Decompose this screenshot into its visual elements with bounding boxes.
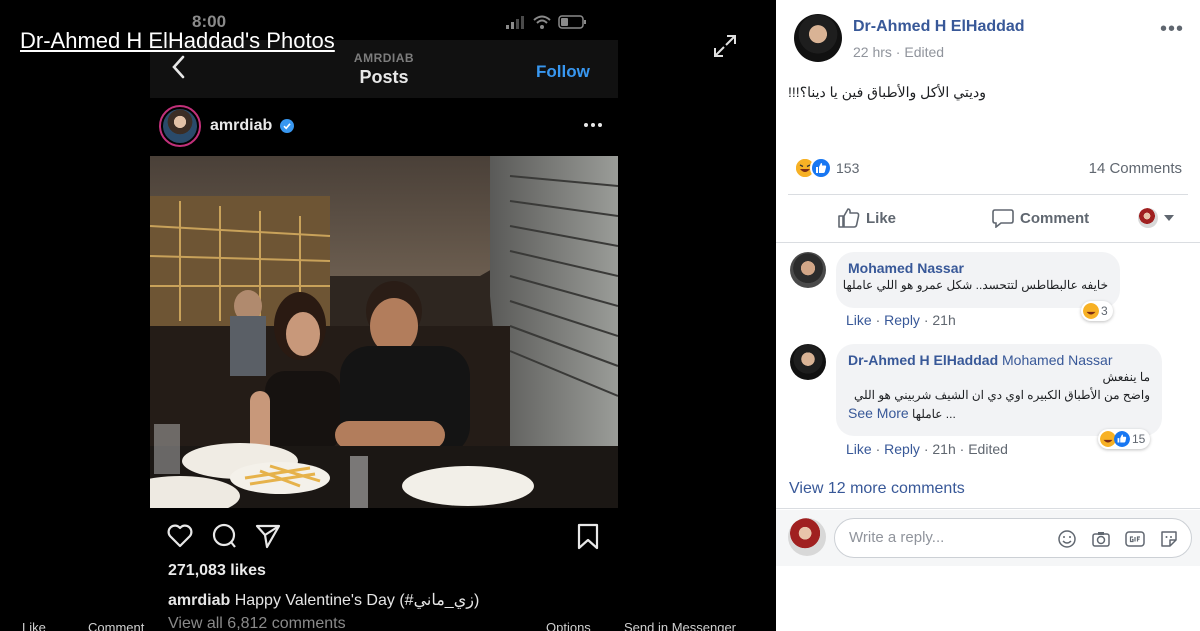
comment-text-line: ما ينفعش — [1102, 370, 1150, 384]
caption-text: Happy Valentine's Day (#زي_ماني) — [234, 592, 480, 609]
sticker-icon[interactable] — [1159, 529, 1179, 549]
comment-reply-link[interactable]: Reply — [884, 441, 920, 457]
avatar[interactable] — [159, 105, 201, 147]
likes-count[interactable]: 271,083 likes — [168, 562, 266, 580]
comment-text-line: عاملها ... — [912, 407, 956, 421]
instagram-screenshot: 8:00 AMRDIAB Posts Follow amrdiab 271,08… — [150, 0, 618, 631]
caption: amrdiab Happy Valentine's Day (#زي_ماني) — [168, 590, 479, 610]
commenter-name[interactable]: Mohamed Nassar — [848, 260, 1108, 276]
photo-viewer: 8:00 AMRDIAB Posts Follow amrdiab 271,08… — [0, 0, 776, 631]
restaurant-photo-image — [150, 156, 618, 508]
bookmark-icon[interactable] — [574, 522, 602, 550]
comment-edited: Edited — [968, 441, 1008, 457]
comment-reply-link[interactable]: Reply — [884, 312, 920, 328]
battery-icon — [558, 15, 586, 29]
comment-actions: Like · Reply · 21h — [846, 312, 956, 328]
comment-actions: Like · Reply · 21h · Edited — [846, 441, 1008, 457]
comment-text: خايفه عالبطاطس لتتحسد.. شكل عمرو هو اللي… — [842, 278, 1108, 292]
reply-box[interactable] — [834, 518, 1192, 558]
avatar — [788, 518, 826, 556]
comment-reactions[interactable]: 15 — [1098, 429, 1151, 449]
comment-icon — [992, 209, 1014, 228]
comment-reactions[interactable]: 3 — [1081, 301, 1113, 321]
tagged-user[interactable]: Mohamed Nassar — [1002, 352, 1113, 368]
comment-like-link[interactable]: Like — [846, 312, 872, 328]
reply-composer — [776, 510, 1200, 566]
comment-bubble: Dr-Ahmed H ElHaddad Mohamed Nassar ما ين… — [836, 344, 1162, 436]
post-photo[interactable] — [150, 156, 618, 508]
comment-bubble-icon[interactable] — [210, 522, 238, 550]
avatar — [1138, 208, 1158, 228]
expand-icon[interactable] — [712, 33, 738, 59]
post-actions — [150, 518, 618, 554]
divider — [788, 194, 1188, 195]
footer-like-button[interactable]: Like — [22, 620, 46, 631]
footer-send-messenger-button[interactable]: Send in Messenger — [624, 620, 736, 631]
commenter-avatar[interactable] — [790, 344, 826, 380]
post-username[interactable]: amrdiab — [210, 117, 272, 135]
divider — [776, 242, 1200, 243]
emoji-icon[interactable] — [1057, 529, 1077, 549]
footer-options-button[interactable]: Options — [546, 620, 591, 631]
reactions-summary[interactable]: 153 — [794, 156, 859, 180]
caption-username[interactable]: amrdiab — [168, 592, 230, 609]
post-meta[interactable]: 22 hrs · Edited — [853, 44, 944, 60]
comment-button[interactable]: Comment — [992, 208, 1089, 228]
view-more-comments-link[interactable]: View 12 more comments — [789, 480, 965, 498]
status-icons — [506, 12, 588, 32]
comment-bubble: Mohamed Nassar خايفه عالبطاطس لتتحسد.. ش… — [836, 252, 1120, 308]
post-header: amrdiab — [150, 100, 618, 156]
divider — [776, 508, 1200, 509]
thumbs-up-icon — [838, 208, 860, 228]
share-plane-icon[interactable] — [254, 522, 282, 550]
post-text: وديتي الأكل والأطباق فين يا دينا؟!!! — [788, 84, 986, 100]
caret-down-icon — [1164, 215, 1174, 221]
post-panel: Dr-Ahmed H ElHaddad 22 hrs · Edited ••• … — [776, 0, 1200, 631]
viewer-footer: Like Comment Options Send in Messenger — [0, 617, 776, 631]
gif-icon[interactable] — [1125, 529, 1145, 549]
signal-icon — [506, 16, 524, 29]
wifi-icon — [533, 15, 551, 29]
comment-text-line: واضح من الأطباق الكبيره اوي دي ان الشيف … — [854, 388, 1150, 402]
haha-reaction-icon — [1083, 303, 1099, 319]
like-reaction-icon — [810, 157, 832, 179]
reaction-count: 153 — [836, 160, 860, 176]
heart-icon[interactable] — [166, 522, 194, 550]
like-reaction-icon — [1114, 431, 1130, 447]
commenter-avatar[interactable] — [790, 252, 826, 288]
album-title-link[interactable]: Dr-Ahmed H ElHaddad's Photos — [20, 28, 335, 54]
more-options-icon[interactable]: ••• — [1160, 18, 1184, 41]
footer-comment-button[interactable]: Comment — [88, 620, 144, 631]
comment-time[interactable]: 21h — [932, 312, 955, 328]
like-button[interactable]: Like — [838, 208, 896, 228]
comment-like-link[interactable]: Like — [846, 441, 872, 457]
reaction-picker-button[interactable] — [1138, 208, 1174, 228]
author-name[interactable]: Dr-Ahmed H ElHaddad — [853, 18, 1025, 36]
commenter-name[interactable]: Dr-Ahmed H ElHaddad — [848, 352, 998, 368]
comment-time[interactable]: 21h — [932, 441, 955, 457]
camera-icon[interactable] — [1091, 529, 1111, 549]
photo-theater: 8:00 AMRDIAB Posts Follow amrdiab 271,08… — [0, 0, 1200, 631]
see-more-link[interactable]: See More — [848, 405, 909, 421]
follow-button[interactable]: Follow — [536, 62, 590, 82]
verified-badge-icon — [280, 119, 294, 133]
post-action-row: Like Comment — [776, 200, 1200, 236]
author-avatar[interactable] — [794, 14, 842, 62]
comments-count-link[interactable]: 14 Comments — [1089, 160, 1182, 177]
reply-input[interactable] — [849, 529, 1049, 546]
more-options-icon[interactable] — [582, 118, 604, 132]
